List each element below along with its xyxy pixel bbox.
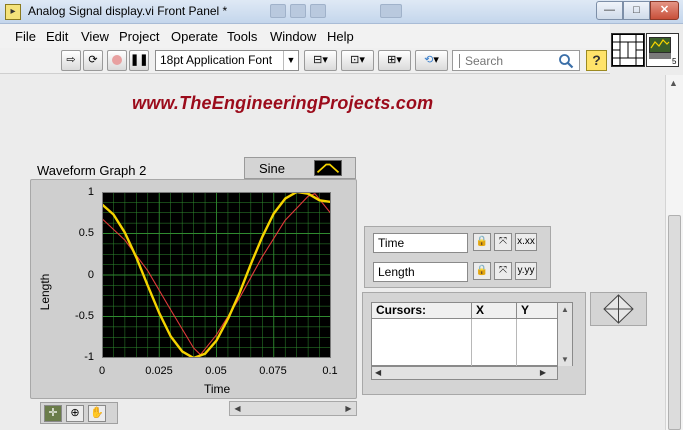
x-axis-label: Time	[204, 382, 231, 396]
search-box[interactable]	[452, 50, 580, 71]
toolbar: ⇨ ⟳ ❚❚ 18pt Application Font ▼ ⊟▾ ⊡▾ ⊞▾ …	[0, 48, 610, 74]
cursor-table-column	[372, 319, 472, 366]
y-tick-label: 0	[87, 269, 94, 281]
watermark-text: www.TheEngineeringProjects.com	[132, 93, 434, 113]
search-separator	[459, 54, 460, 68]
pause-icon[interactable]: ❚❚	[129, 50, 149, 71]
cursor-table[interactable]: Cursors: X Y ▲ ▼	[371, 302, 573, 366]
scroll-down-arrow-icon[interactable]: ▼	[561, 355, 569, 364]
graph-palette: ✛ ⊕ ✋	[40, 402, 118, 424]
cursor-move-tool-icon[interactable]: ✛	[44, 405, 62, 422]
scroll-right-arrow-icon[interactable]: ▶	[342, 402, 355, 415]
x-format-icon[interactable]: x.xx	[515, 233, 537, 251]
y-tick-label: 1	[87, 186, 94, 198]
cursor-mover-diamond-icon[interactable]	[591, 293, 646, 325]
x-tick-label: 0.1	[322, 365, 338, 377]
menu-help[interactable]: Help	[327, 29, 354, 44]
close-button[interactable]: ✕	[650, 1, 679, 20]
y-tick-label: -1	[84, 351, 94, 363]
x-column-header: X	[472, 303, 517, 319]
title-bar: ▸ Analog Signal display.vi Front Panel *…	[0, 0, 683, 24]
align-objects-icon[interactable]: ⊟▾	[304, 50, 337, 71]
run-continuously-icon[interactable]: ⟳	[83, 50, 103, 71]
vertical-scrollbar[interactable]: ▲	[665, 75, 683, 430]
zoom-tool-icon[interactable]: ⊕	[66, 405, 84, 422]
font-select-value: 18pt Application Font	[160, 53, 273, 67]
context-help-button[interactable]: ?	[586, 50, 607, 71]
pan-hand-tool-icon[interactable]: ✋	[88, 405, 106, 422]
graph-label: Waveform Graph 2	[37, 163, 147, 178]
cursors-column-header: Cursors:	[372, 303, 472, 319]
vi-icon[interactable]: 5	[646, 33, 679, 67]
lock-icon[interactable]: 🔒	[473, 233, 491, 251]
scale-legend: Time 🔒 ⤧ x.xx Length 🔒 ⤧ y.yy	[364, 226, 551, 288]
y-scale-name[interactable]: Length	[373, 262, 468, 282]
titlebar-ghost-button	[290, 4, 306, 18]
x-tick-label: 0.025	[145, 365, 173, 377]
menu-file[interactable]: File	[15, 29, 36, 44]
distribute-objects-icon[interactable]: ⊡▾	[341, 50, 374, 71]
y-tick-label: -0.5	[75, 310, 94, 322]
search-input[interactable]	[465, 52, 555, 69]
minimize-button[interactable]: —	[596, 1, 623, 20]
cursor-mover[interactable]	[590, 292, 647, 326]
y-format-icon[interactable]: y.yy	[515, 262, 537, 280]
legend-line-swatch-icon[interactable]	[314, 160, 342, 176]
menu-bar: File Edit View Project Operate Tools Win…	[0, 24, 610, 48]
plot-grid	[102, 192, 331, 358]
cursor-table-column	[472, 319, 517, 366]
x-tick-label: 0.075	[259, 365, 287, 377]
scroll-left-arrow-icon[interactable]: ◀	[231, 402, 244, 415]
vertical-scroll-thumb[interactable]	[668, 215, 681, 430]
labview-app-icon: ▸	[5, 4, 21, 20]
graph-horizontal-scrollbar[interactable]: ◀ ▶	[229, 401, 357, 416]
cursor-legend: Cursors: X Y ▲ ▼ ◀ ▶	[362, 292, 586, 395]
connector-pane-icon[interactable]	[611, 33, 645, 67]
y-autoscale-icon[interactable]: ⤧	[494, 262, 512, 280]
titlebar-ghost-button	[270, 4, 286, 18]
search-icon[interactable]	[558, 53, 574, 69]
menu-window[interactable]: Window	[270, 29, 316, 44]
lock-icon[interactable]: 🔒	[473, 262, 491, 280]
menu-operate[interactable]: Operate	[171, 29, 218, 44]
y-axis-label: Length	[38, 273, 52, 311]
titlebar-ghost-button	[310, 4, 326, 18]
resize-objects-icon[interactable]: ⊞▾	[378, 50, 411, 71]
legend-series-name: Sine	[259, 161, 286, 176]
y-tick-label: 0.5	[78, 227, 94, 239]
plot-area[interactable]	[102, 192, 331, 358]
window-controls: — □ ✕	[594, 1, 679, 20]
y-column-header: Y	[517, 303, 559, 319]
titlebar-ghost-button	[380, 4, 402, 18]
abort-icon[interactable]	[107, 50, 127, 71]
x-scale-name[interactable]: Time	[373, 233, 468, 253]
reorder-icon[interactable]: ⟲▾	[415, 50, 448, 71]
window-title: Analog Signal display.vi Front Panel *	[28, 4, 228, 18]
menu-tools[interactable]: Tools	[227, 29, 257, 44]
chevron-down-icon: ▼	[283, 51, 298, 70]
scroll-right-arrow-icon[interactable]: ▶	[540, 368, 546, 377]
x-tick-label: 0	[98, 365, 106, 377]
svg-text:5: 5	[672, 57, 677, 66]
maximize-button[interactable]: □	[623, 1, 650, 20]
menu-view[interactable]: View	[81, 29, 109, 44]
plot-legend[interactable]: Sine	[244, 157, 356, 179]
scroll-up-arrow-icon[interactable]: ▲	[561, 305, 569, 314]
cursor-table-horizontal-scrollbar[interactable]: ◀ ▶	[371, 366, 558, 380]
scroll-left-arrow-icon[interactable]: ◀	[375, 368, 381, 377]
run-arrow-icon[interactable]: ⇨	[61, 50, 81, 71]
menu-edit[interactable]: Edit	[46, 29, 68, 44]
cursor-table-vertical-scrollbar[interactable]: ▲ ▼	[557, 303, 572, 366]
scroll-up-arrow-icon[interactable]: ▲	[669, 78, 678, 88]
font-select[interactable]: 18pt Application Font ▼	[155, 50, 299, 71]
menu-project[interactable]: Project	[119, 29, 159, 44]
x-tick-label: 0.05	[205, 365, 227, 377]
x-autoscale-icon[interactable]: ⤧	[494, 233, 512, 251]
